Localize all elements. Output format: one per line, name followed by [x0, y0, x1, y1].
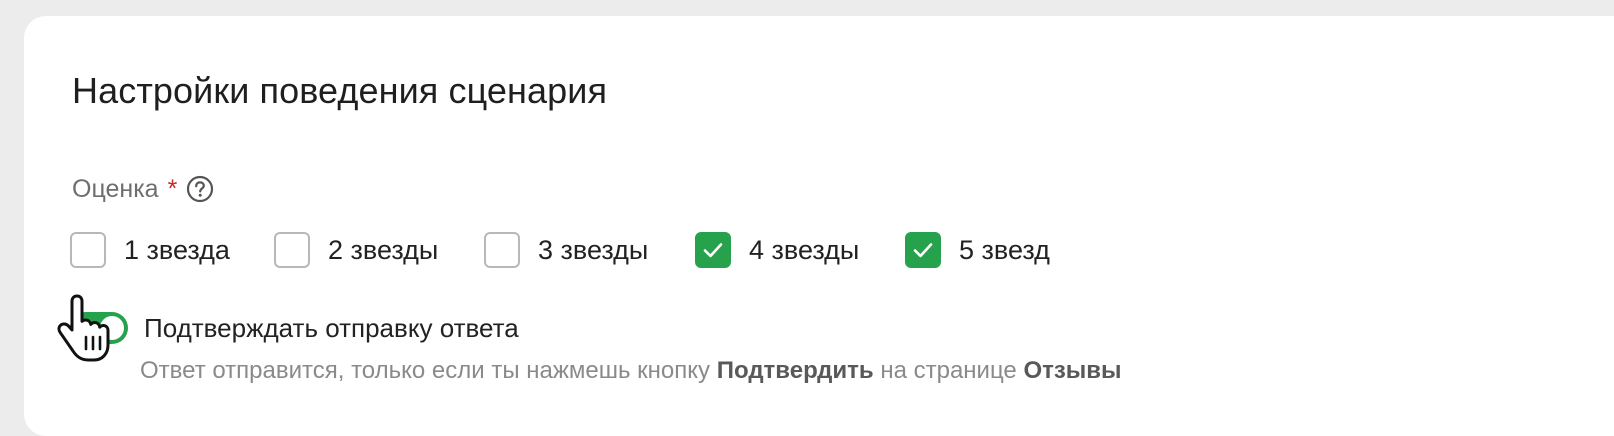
hint-text-middle: на странице: [880, 357, 1017, 384]
confirm-toggle-hint: Ответ отправится, только если ты нажмешь…: [140, 357, 1122, 385]
checkbox-label: 1 звезда: [124, 234, 230, 265]
hint-text-prefix: Ответ отправится, только если ты нажмешь…: [140, 357, 711, 384]
checkbox[interactable]: [484, 232, 520, 268]
rating-option-4-stars[interactable]: 4 звезды: [695, 230, 859, 270]
confirm-toggle-label: Подтверждать отправку ответа: [144, 312, 519, 343]
rating-field-label: Оценка: [72, 174, 159, 203]
checkbox[interactable]: [70, 232, 106, 268]
checkbox[interactable]: [274, 232, 310, 268]
checkbox-label: 5 звезд: [959, 234, 1050, 265]
hint-page-name: Отзывы: [1023, 357, 1122, 384]
check-icon: [703, 243, 723, 258]
rating-field-label-row: Оценка *: [72, 174, 214, 204]
confirm-toggle[interactable]: [70, 312, 128, 344]
section-title: Настройки поведения сценария: [72, 70, 608, 111]
checkbox-label: 3 звезды: [538, 234, 649, 265]
checkbox[interactable]: [905, 232, 941, 268]
checkbox-label: 2 звезды: [328, 234, 439, 265]
hint-button-name: Подтвердить: [716, 357, 874, 384]
rating-option-2-stars[interactable]: 2 звезды: [274, 230, 438, 270]
rating-option-3-stars[interactable]: 3 звезды: [484, 230, 648, 270]
confirm-toggle-row: Подтверждать отправку ответа: [70, 310, 519, 346]
rating-option-1-star[interactable]: 1 звезда: [70, 230, 230, 270]
required-mark: *: [167, 174, 178, 203]
toggle-knob: [100, 316, 124, 340]
checkbox-label: 4 звезды: [749, 234, 860, 265]
question-circle-icon[interactable]: [186, 175, 214, 203]
check-icon: [913, 243, 933, 258]
rating-option-5-stars[interactable]: 5 звезд: [905, 230, 1050, 270]
checkbox[interactable]: [695, 232, 731, 268]
settings-card: Настройки поведения сценария Оценка * 1 …: [24, 16, 1614, 436]
